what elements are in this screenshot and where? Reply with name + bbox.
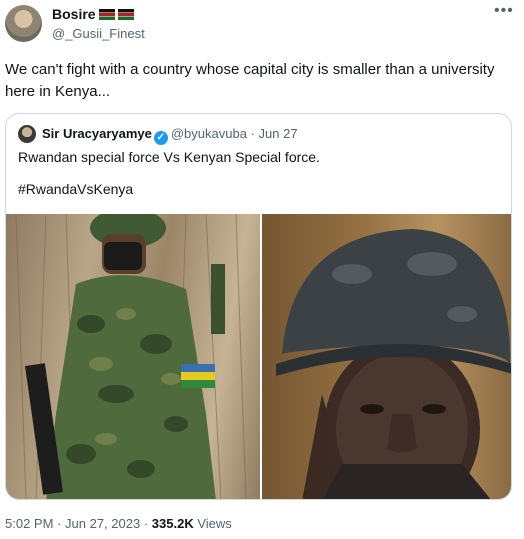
- more-options-icon[interactable]: •••: [494, 2, 514, 20]
- kenya-flag-icon: [117, 9, 134, 20]
- separator: ·: [250, 126, 255, 141]
- separator: ·: [57, 516, 62, 531]
- man-illustration: [262, 214, 511, 499]
- tweet-metadata: 5:02 PM · Jun 27, 2023 · 335.2K Views: [5, 516, 232, 531]
- tweet-date[interactable]: Jun 27, 2023: [65, 516, 140, 531]
- author-name-label[interactable]: Bosire: [52, 6, 96, 22]
- views-count: 335.2K: [151, 516, 194, 531]
- photo-rwandan-soldier[interactable]: [6, 214, 260, 499]
- author-avatar[interactable]: [5, 5, 42, 42]
- views-label: Views: [197, 516, 232, 531]
- separator: ·: [143, 516, 149, 531]
- photo-kenyan-man[interactable]: [262, 214, 511, 499]
- quoted-tweet[interactable]: Sir Uracyaryamye ✓ @byukavuba · Jun 27 Rwa…: [5, 113, 512, 500]
- quoted-author-header: Sir Uracyaryamye ✓ @byukavuba · Jun 27: [42, 126, 298, 145]
- quoted-author-handle[interactable]: @byukavuba: [171, 126, 247, 141]
- author-handle[interactable]: @_Gusii_Finest: [52, 26, 145, 41]
- kenya-flag-icon: [98, 9, 115, 20]
- tweet-text: We can't fight with a country whose capi…: [5, 61, 495, 100]
- quoted-hashtag[interactable]: #RwandaVsKenya: [18, 181, 133, 197]
- author-name[interactable]: Bosire: [52, 6, 134, 22]
- quoted-text: Rwandan special force Vs Kenyan Special …: [18, 149, 320, 165]
- quoted-date[interactable]: Jun 27: [259, 126, 298, 141]
- verified-badge-icon: ✓: [153, 131, 168, 145]
- tweet-time[interactable]: 5:02 PM: [5, 516, 53, 531]
- quoted-author-name[interactable]: Sir Uracyaryamye: [42, 126, 152, 141]
- soldier-illustration: [15, 214, 247, 499]
- quoted-author-avatar[interactable]: [18, 125, 36, 143]
